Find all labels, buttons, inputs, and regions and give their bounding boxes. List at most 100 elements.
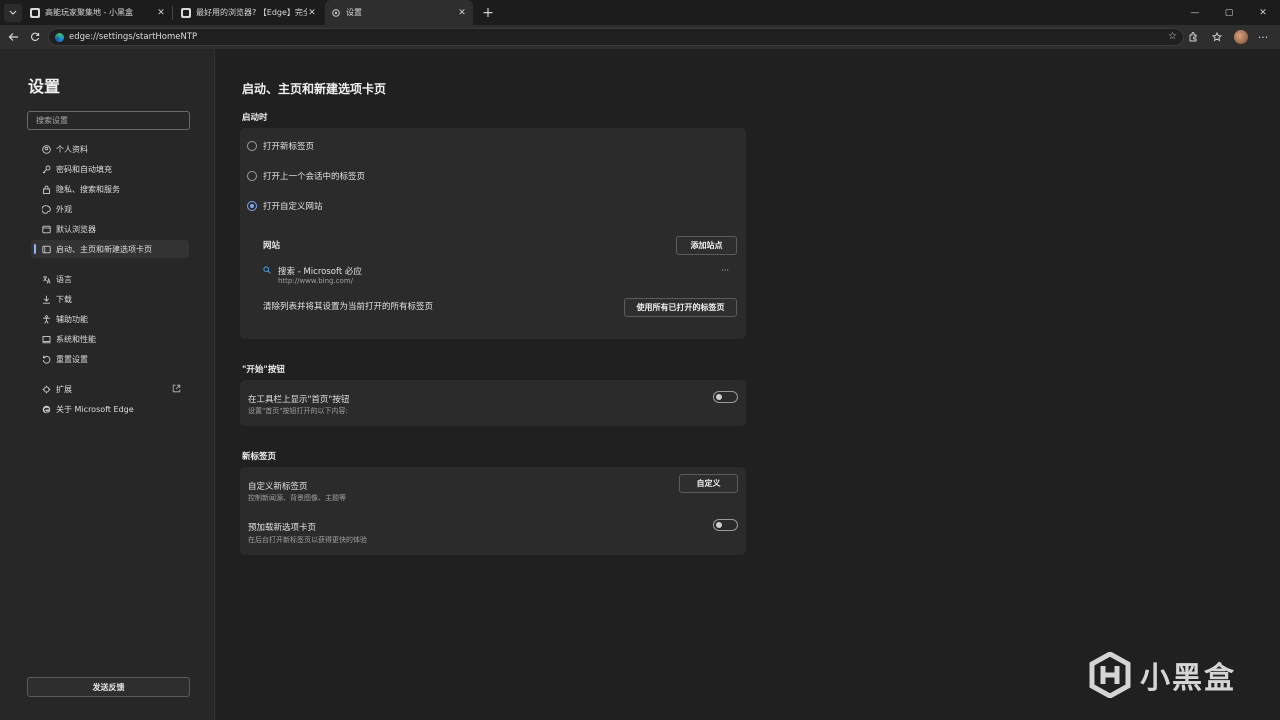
settings-title: 设置 <box>28 77 61 96</box>
sidebar-item-label: 下载 <box>56 294 72 304</box>
radio-label: 打开自定义网站 <box>263 202 323 212</box>
xiaoheihe-favicon-icon <box>181 7 191 18</box>
sidebar-item-label: 扩展 <box>56 384 72 394</box>
sites-label: 网站 <box>263 241 281 251</box>
xiaoheihe-logo-icon <box>1088 651 1132 699</box>
tab-actions-menu-button[interactable] <box>4 3 22 22</box>
preload-new-tab-toggle[interactable] <box>713 519 738 531</box>
minimize-icon[interactable]: — <box>1178 0 1212 25</box>
chevron-down-icon <box>9 10 17 15</box>
startup-section-label: 启动时 <box>242 113 268 123</box>
back-button[interactable] <box>2 26 24 48</box>
sidebar-item-privacy[interactable]: 隐私、搜索和服务 <box>31 180 189 198</box>
preload-new-tab-title: 预加载新选项卡页 <box>248 523 317 533</box>
sidebar-item-label: 关于 Microsoft Edge <box>56 404 134 414</box>
download-icon <box>41 294 51 304</box>
add-site-button[interactable]: 添加站点 <box>676 236 737 255</box>
tab-title: 最好用的浏览器? 【Edge】完全指南 <box>196 8 307 17</box>
sidebar-item-label: 外观 <box>56 204 72 214</box>
tab-xiaoheihe[interactable]: 高能玩家聚集地 - 小黑盒 ✕ <box>24 0 172 25</box>
sidebar-item-label: 隐私、搜索和服务 <box>56 184 120 194</box>
new-tab-card: 自定义新标签页 控制新闻源、背景图像、主题等 自定义 预加载新选项卡页 在后台打… <box>240 467 746 555</box>
sidebar-item-label: 密码和自动填充 <box>56 164 112 174</box>
show-home-button-toggle[interactable] <box>713 391 738 403</box>
sidebar-item-appearance[interactable]: 外观 <box>31 200 189 218</box>
edge-logo-icon <box>55 32 64 42</box>
language-icon <box>41 274 51 284</box>
lock-icon <box>41 184 51 194</box>
computer-icon <box>41 334 51 344</box>
clear-list-text: 清除列表并将其设置为当前打开的所有标签页 <box>263 302 434 312</box>
send-feedback-button[interactable]: 发送反馈 <box>27 677 190 697</box>
search-settings-input[interactable] <box>27 111 190 130</box>
customize-button[interactable]: 自定义 <box>679 474 738 493</box>
close-tab-icon[interactable]: ✕ <box>457 8 467 18</box>
sidebar-item-label: 默认浏览器 <box>56 224 96 234</box>
home-button-section-label: "开始"按钮 <box>242 365 285 375</box>
close-tab-icon[interactable]: ✕ <box>156 8 166 18</box>
sidebar-item-reset[interactable]: 重置设置 <box>31 350 189 368</box>
site-url: http://www.bing.com/ <box>278 277 354 285</box>
show-home-button-desc: 设置"首页"按钮打开的以下内容: <box>248 407 348 415</box>
settings-sidebar: 设置 个人资料 密码和自动填充 隐私、搜索和服务 外观 默认浏览器 启动、主页和… <box>0 49 215 720</box>
sidebar-item-accessibility[interactable]: 辅助功能 <box>31 310 189 328</box>
tab-settings[interactable]: 设置 ✕ <box>325 0 473 25</box>
refresh-icon <box>31 32 40 41</box>
tab-title: 设置 <box>346 8 362 17</box>
sidebar-item-startup-home-ntp[interactable]: 启动、主页和新建选项卡页 <box>31 240 189 258</box>
preload-new-tab-desc: 在后台打开新标签页以获得更快的体验 <box>248 536 367 544</box>
close-tab-icon[interactable]: ✕ <box>307 8 317 18</box>
sidebar-item-label: 语言 <box>56 274 72 284</box>
sidebar-item-downloads[interactable]: 下载 <box>31 290 189 308</box>
accessibility-icon <box>41 314 51 324</box>
sidebar-item-label: 启动、主页和新建选项卡页 <box>56 244 152 254</box>
site-name: 搜索 - Microsoft 必应 <box>278 267 362 277</box>
site-more-options-icon[interactable]: ··· <box>721 266 729 276</box>
show-home-button-title: 在工具栏上显示"首页"按钮 <box>248 395 350 405</box>
refresh-button[interactable] <box>24 26 46 48</box>
tab-strip: 高能玩家聚集地 - 小黑盒 ✕ 最好用的浏览器? 【Edge】完全指南 ✕ 设置… <box>0 0 1280 25</box>
xiaoheihe-favicon-icon <box>30 7 40 18</box>
sidebar-item-about[interactable]: 关于 Microsoft Edge <box>31 400 189 418</box>
watermark-text: 小黑盒 <box>1140 661 1236 696</box>
startup-card: 打开新标签页 打开上一个会话中的标签页 打开自定义网站 网站 添加站点 搜索 -… <box>240 128 746 339</box>
xiaoheihe-watermark: 小黑盒 <box>1088 651 1236 699</box>
gear-icon <box>331 8 341 18</box>
sidebar-item-passwords[interactable]: 密码和自动填充 <box>31 160 189 178</box>
radio-custom-sites[interactable]: 打开自定义网站 <box>247 200 323 212</box>
window-controls: — ▢ ✕ <box>1178 0 1280 25</box>
new-tab-button[interactable]: + <box>479 5 497 21</box>
radio-button-checked[interactable] <box>247 201 257 211</box>
sidebar-item-label: 辅助功能 <box>56 314 88 324</box>
more-options-icon[interactable]: ··· <box>1254 31 1272 44</box>
address-url: edge://settings/startHomeNTP <box>69 32 198 42</box>
radio-button[interactable] <box>247 141 257 151</box>
edge-logo-icon <box>41 404 51 414</box>
profile-avatar-button[interactable] <box>1230 26 1252 48</box>
tab-edge-guide[interactable]: 最好用的浏览器? 【Edge】完全指南 ✕ <box>175 0 323 25</box>
avatar <box>1234 30 1248 44</box>
favorites-icon[interactable] <box>1206 26 1228 48</box>
tab-title: 高能玩家聚集地 - 小黑盒 <box>45 8 133 17</box>
close-icon[interactable]: ✕ <box>1246 0 1280 25</box>
radio-button[interactable] <box>247 171 257 181</box>
toolbar: edge://settings/startHomeNTP ☆ ··· <box>0 25 1280 49</box>
back-arrow-icon <box>8 33 18 41</box>
radio-restore-session[interactable]: 打开上一个会话中的标签页 <box>247 170 365 182</box>
reset-icon <box>41 354 51 364</box>
radio-open-new-tab[interactable]: 打开新标签页 <box>247 140 314 152</box>
use-all-open-tabs-button[interactable]: 使用所有已打开的标签页 <box>624 298 737 317</box>
sidebar-item-language[interactable]: 语言 <box>31 270 189 288</box>
sidebar-item-label: 个人资料 <box>56 144 88 154</box>
sidebar-item-system[interactable]: 系统和性能 <box>31 330 189 348</box>
favorite-star-icon[interactable]: ☆ <box>1168 31 1177 42</box>
extensions-icon[interactable] <box>1182 26 1204 48</box>
sidebar-item-profile[interactable]: 个人资料 <box>31 140 189 158</box>
radio-label: 打开新标签页 <box>263 142 315 152</box>
maximize-icon[interactable]: ▢ <box>1212 0 1246 25</box>
browser-icon <box>41 224 51 234</box>
sidebar-item-extensions[interactable]: 扩展 <box>31 380 189 398</box>
palette-icon <box>41 204 51 214</box>
sidebar-item-default-browser[interactable]: 默认浏览器 <box>31 220 189 238</box>
address-bar[interactable]: edge://settings/startHomeNTP ☆ <box>48 28 1184 46</box>
